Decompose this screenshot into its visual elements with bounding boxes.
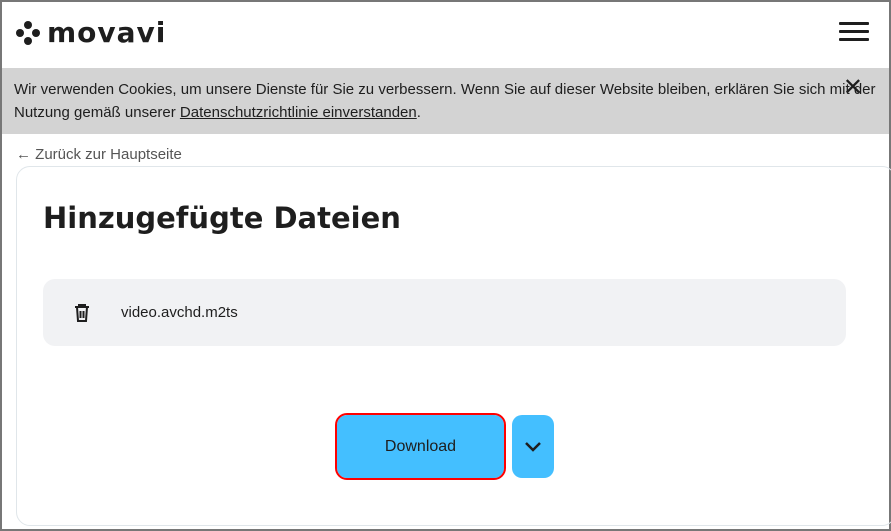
menu-icon[interactable] <box>839 22 869 42</box>
page-title: Hinzugefügte Dateien <box>43 201 401 235</box>
logo-dots-icon <box>16 20 40 45</box>
cookie-text: Wir verwenden Cookies, um unsere Dienste… <box>14 81 876 121</box>
chevron-down-icon <box>525 441 541 452</box>
logo-text: movavi <box>47 16 167 49</box>
download-options-button[interactable] <box>512 415 554 478</box>
trash-icon[interactable] <box>73 303 91 323</box>
close-icon[interactable]: ✕ <box>843 76 863 100</box>
cookie-text-end: . <box>416 104 421 121</box>
logo[interactable]: movavi <box>16 16 166 49</box>
cookie-banner: Wir verwenden Cookies, um unsere Dienste… <box>2 68 889 134</box>
file-name: video.avchd.m2ts <box>121 304 238 321</box>
back-link[interactable]: ← Zurück zur Hauptseite <box>16 146 182 163</box>
header: movavi <box>2 2 889 68</box>
file-item: video.avchd.m2ts <box>43 279 846 346</box>
download-button[interactable]: Download <box>335 413 506 480</box>
privacy-policy-link[interactable]: Datenschutzrichtlinie einverstanden <box>180 104 417 121</box>
files-card: Hinzugefügte Dateien video.avchd.m2ts Do… <box>16 166 891 526</box>
